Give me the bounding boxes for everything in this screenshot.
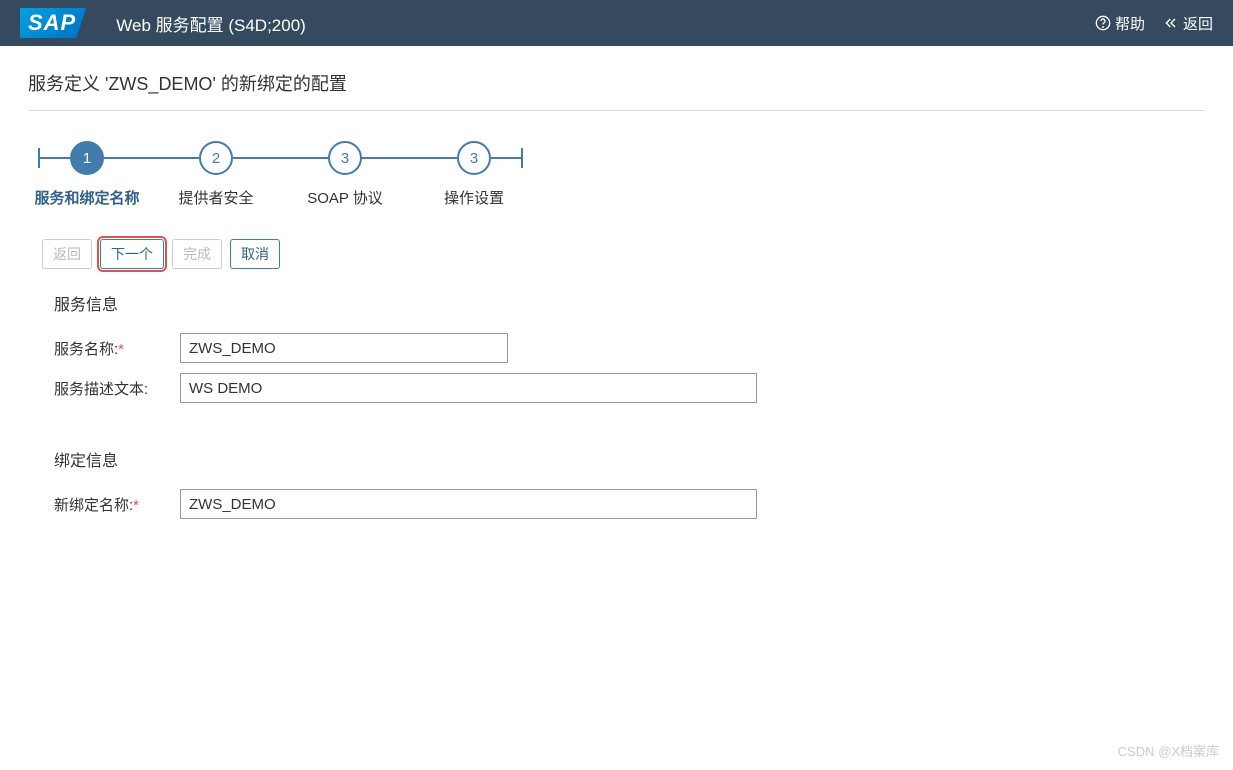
wizard-buttons: 返回 下一个 完成 取消	[28, 239, 1205, 269]
step-circle: 1	[70, 141, 104, 175]
label-text: 新绑定名称:	[54, 497, 133, 514]
wizard-step-3[interactable]: 3 SOAP 协议	[328, 141, 362, 175]
step-label: 提供者安全	[179, 187, 254, 208]
binding-name-label: 新绑定名称:*	[54, 494, 180, 515]
sap-logo: SAP	[20, 8, 86, 38]
step-circle: 3	[457, 141, 491, 175]
service-desc-input[interactable]	[180, 373, 757, 403]
content-area: 服务定义 'ZWS_DEMO' 的新绑定的配置 1 服务和绑定名称 2 提供者安…	[0, 46, 1233, 519]
service-name-input[interactable]	[180, 333, 508, 363]
service-desc-row: 服务描述文本:	[28, 373, 1205, 403]
wizard-progress: 1 服务和绑定名称 2 提供者安全 3 SOAP 协议 3 操作设置	[28, 141, 1205, 175]
service-desc-label: 服务描述文本:	[54, 378, 180, 399]
required-marker: *	[133, 497, 139, 514]
page-subtitle: 服务定义 'ZWS_DEMO' 的新绑定的配置	[28, 70, 1205, 111]
step-label: SOAP 协议	[307, 187, 383, 208]
help-icon	[1095, 15, 1111, 31]
header-right: 帮助 返回	[1095, 13, 1213, 34]
wizard-step-2[interactable]: 2 提供者安全	[199, 141, 233, 175]
cancel-button[interactable]: 取消	[230, 239, 280, 269]
app-title: Web 服务配置 (S4D;200)	[116, 11, 306, 36]
binding-info-title: 绑定信息	[54, 447, 1205, 471]
sap-logo-text: SAP	[20, 8, 86, 38]
wizard-connector	[104, 157, 199, 159]
step-circle: 3	[328, 141, 362, 175]
service-name-row: 服务名称:*	[28, 333, 1205, 363]
app-header: SAP Web 服务配置 (S4D;200) 帮助 返回	[0, 0, 1233, 46]
finish-button: 完成	[172, 239, 222, 269]
wizard-connector	[40, 157, 70, 159]
label-text: 服务名称:	[54, 341, 118, 358]
back-button: 返回	[42, 239, 92, 269]
next-button[interactable]: 下一个	[100, 239, 164, 269]
binding-name-input[interactable]	[180, 489, 757, 519]
watermark: CSDN @X档案库	[1118, 741, 1219, 760]
back-label: 返回	[1183, 13, 1213, 34]
service-info-title: 服务信息	[54, 291, 1205, 315]
step-circle: 2	[199, 141, 233, 175]
wizard-connector	[362, 157, 457, 159]
service-name-label: 服务名称:*	[54, 338, 180, 359]
help-link[interactable]: 帮助	[1095, 13, 1145, 34]
binding-name-row: 新绑定名称:*	[28, 489, 1205, 519]
back-link[interactable]: 返回	[1163, 13, 1213, 34]
back-chevron-icon	[1163, 15, 1179, 31]
wizard-connector	[491, 157, 521, 159]
wizard-step-4[interactable]: 3 操作设置	[457, 141, 491, 175]
wizard-step-1[interactable]: 1 服务和绑定名称	[70, 141, 104, 175]
step-label: 服务和绑定名称	[35, 187, 140, 208]
step-label: 操作设置	[444, 187, 504, 208]
wizard-end-marker	[521, 148, 523, 168]
required-marker: *	[118, 341, 124, 358]
help-label: 帮助	[1115, 13, 1145, 34]
header-left: SAP Web 服务配置 (S4D;200)	[20, 8, 306, 38]
wizard-connector	[233, 157, 328, 159]
